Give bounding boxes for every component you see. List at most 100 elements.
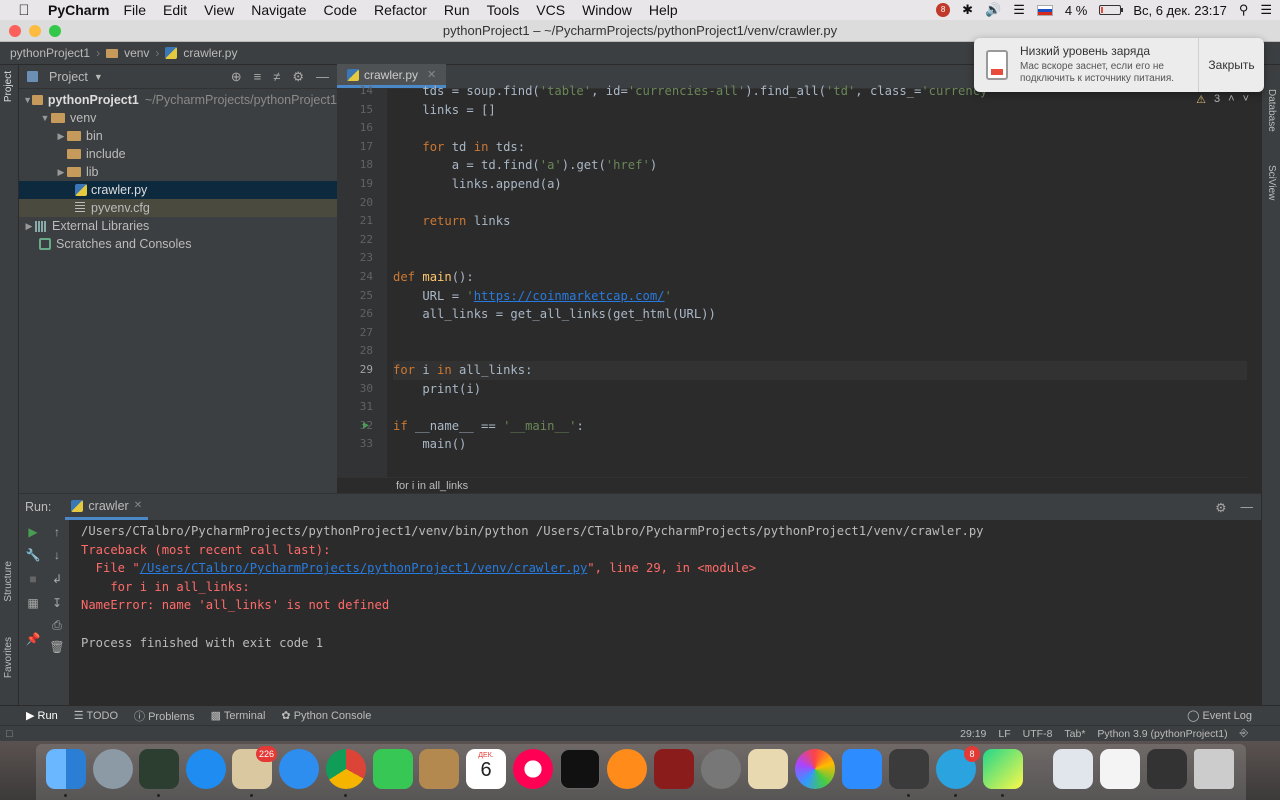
preview-icon[interactable] (748, 749, 788, 789)
menu-edit[interactable]: Edit (163, 2, 187, 18)
status-line-separator[interactable]: LF (998, 728, 1010, 740)
menu-vcs[interactable]: VCS (536, 2, 565, 18)
code-area[interactable]: tds = soup.find('table', id='currencies-… (393, 84, 1247, 477)
zoom-window-button[interactable] (49, 25, 61, 37)
calendar-icon[interactable]: ДЕК. 6 (466, 749, 506, 789)
zoom-icon[interactable] (842, 749, 882, 789)
nav-crumb-file[interactable]: crawler.py (183, 46, 237, 60)
traceback-file-link[interactable]: /Users/CTalbro/PycharmProjects/pythonPro… (140, 561, 588, 575)
hide-icon[interactable]: — (316, 69, 329, 85)
volume-icon[interactable]: 🔊 (985, 2, 1001, 18)
nav-crumb-venv[interactable]: venv (124, 46, 149, 60)
menu-app-name[interactable]: PyCharm (48, 2, 109, 18)
close-tab-icon[interactable]: ✕ (427, 68, 436, 81)
notification-center-icon[interactable]: ☰ (1260, 2, 1272, 18)
menu-refactor[interactable]: Refactor (374, 2, 427, 18)
tree-item-scratches[interactable]: Scratches and Consoles (19, 235, 337, 253)
chevron-down-icon[interactable]: ▼ (23, 95, 32, 105)
tree-item-pyvenv-cfg[interactable]: pyvenv.cfg (19, 199, 337, 217)
photos-icon[interactable] (795, 749, 835, 789)
python-folder-icon[interactable] (1053, 749, 1093, 789)
chevron-right-icon[interactable]: ▶ (55, 167, 67, 178)
tool-window-todo[interactable]: ☰ TODO (74, 709, 118, 722)
scroll-to-end-icon[interactable]: ↧ (49, 596, 65, 610)
status-caret-position[interactable]: 29:19 (960, 728, 986, 740)
layout-toggle-icon[interactable]: □ (6, 728, 12, 740)
menu-code[interactable]: Code (324, 2, 357, 18)
close-window-button[interactable] (9, 25, 21, 37)
contacts-icon[interactable] (419, 749, 459, 789)
system-preferences-icon[interactable] (701, 749, 741, 789)
chrome-icon[interactable] (326, 749, 366, 789)
sublime-text-icon[interactable] (889, 749, 929, 789)
locate-icon[interactable]: ⊕ (231, 69, 242, 85)
menu-view[interactable]: View (204, 2, 234, 18)
gear-icon[interactable]: ⚙ (292, 69, 304, 85)
nav-crumb-project[interactable]: pythonProject1 (10, 46, 90, 60)
rerun-icon[interactable]: ▶ (25, 525, 41, 539)
tree-item-external-libraries[interactable]: ▶ External Libraries (19, 217, 337, 235)
close-tab-icon[interactable]: ✕ (134, 500, 142, 511)
chevron-down-icon[interactable]: ˅ (1243, 93, 1249, 106)
status-encoding[interactable]: UTF-8 (1023, 728, 1053, 740)
tree-item-venv[interactable]: ▼ venv (19, 109, 337, 127)
trash-icon[interactable] (1194, 749, 1234, 789)
tool-window-python-console[interactable]: ✿ Python Console (281, 709, 371, 722)
hide-icon[interactable]: — (1241, 500, 1254, 515)
arrow-down-icon[interactable]: ↓ (49, 548, 65, 562)
expand-all-icon[interactable]: ≡ (254, 69, 262, 85)
tree-item-project-root[interactable]: ▼ pythonProject1 ~/PycharmProjects/pytho… (19, 91, 337, 109)
pycharm-icon[interactable] (983, 749, 1023, 789)
tree-item-crawler-py[interactable]: crawler.py (19, 181, 337, 199)
editor-breadcrumb[interactable]: for i in all_links (337, 477, 1247, 493)
recent-window-icon[interactable] (1147, 749, 1187, 789)
soft-wrap-icon[interactable]: ↲ (49, 572, 65, 586)
chevron-down-icon[interactable]: ▼ (39, 113, 51, 123)
project-view-selector[interactable]: Project (49, 70, 88, 84)
notification-close-button[interactable]: Закрыть (1198, 38, 1264, 92)
menu-file[interactable]: File (123, 2, 146, 18)
lock-icon[interactable]: ⎆ (1240, 727, 1248, 740)
facetime-icon[interactable] (373, 749, 413, 789)
collapse-all-icon[interactable]: ≠ (273, 69, 280, 85)
pin-icon[interactable]: 📌 (25, 632, 41, 646)
run-config-tab[interactable]: crawler ✕ (65, 494, 149, 520)
spotlight-icon[interactable]: ⚲ (1239, 2, 1249, 18)
tool-window-sciview[interactable]: SciView (1266, 165, 1277, 200)
tool-window-structure[interactable]: Structure (3, 561, 14, 602)
gear-icon[interactable]: ⚙ (1215, 500, 1226, 515)
menu-run[interactable]: Run (444, 2, 470, 18)
minimize-window-button[interactable] (29, 25, 41, 37)
layout-icon[interactable]: ▦ (25, 596, 41, 610)
keyboard-layout-flag-icon[interactable] (1036, 4, 1053, 16)
run-gutter-icon[interactable]: ▶ (363, 417, 369, 436)
menu-tools[interactable]: Tools (487, 2, 520, 18)
tool-window-event-log[interactable]: ◯ Event Log (1187, 709, 1252, 722)
status-interpreter[interactable]: Python 3.9 (pythonProject1) (1097, 728, 1227, 740)
finder-icon[interactable] (46, 749, 86, 789)
terminal-app-icon[interactable] (560, 749, 600, 789)
battery-icon[interactable] (1099, 5, 1124, 15)
menu-help[interactable]: Help (649, 2, 678, 18)
arrow-up-icon[interactable]: ↑ (49, 525, 65, 539)
chevron-down-icon[interactable]: ▼ (94, 72, 103, 82)
app-store-icon[interactable] (186, 749, 226, 789)
apple-icon[interactable]:  (0, 2, 48, 19)
tree-item-lib[interactable]: ▶ lib (19, 163, 337, 181)
tool-window-database[interactable]: Database (1266, 89, 1277, 132)
chevron-up-icon[interactable]: ˄ (1228, 93, 1234, 106)
trash-icon[interactable]: 🗑 (49, 640, 65, 654)
photo-booth-icon[interactable] (654, 749, 694, 789)
url-link[interactable]: https://coinmarketcap.com/ (474, 289, 665, 303)
tool-window-project[interactable]: Project (3, 71, 14, 102)
tool-window-problems[interactable]: ⓘ Problems (134, 708, 195, 724)
launchpad-icon[interactable] (93, 749, 133, 789)
activity-monitor-icon[interactable] (139, 749, 179, 789)
wifi-icon[interactable]: ☰ (1013, 2, 1025, 18)
clock[interactable]: Вс, 6 дек. 23:17 (1133, 3, 1227, 18)
tree-item-bin[interactable]: ▶ bin (19, 127, 337, 145)
menu-window[interactable]: Window (582, 2, 632, 18)
tool-window-run[interactable]: ▶ Run (26, 709, 58, 722)
safari-icon[interactable] (279, 749, 319, 789)
music-icon[interactable] (513, 749, 553, 789)
